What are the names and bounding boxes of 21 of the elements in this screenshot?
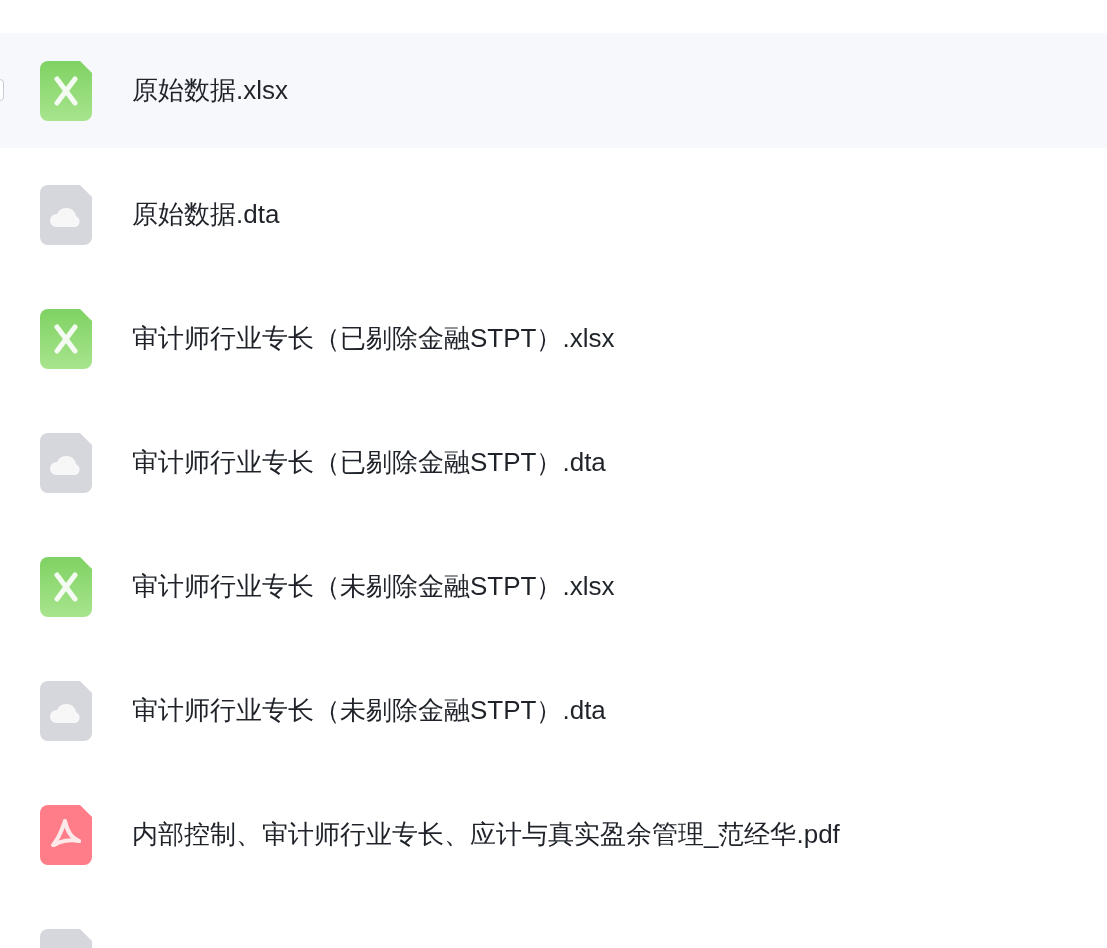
file-name[interactable]: 原始数据.dta [132, 195, 280, 234]
file-row[interactable]: 原始数据.xlsx [0, 33, 1107, 148]
spreadsheet-file-icon [40, 556, 92, 617]
file-row[interactable]: 审计师行业专长（未剔除金融STPT）.dta [0, 653, 1107, 768]
cloud-file-icon [40, 680, 92, 741]
file-row[interactable]: 内部控制、审计师行业专长、应计与真实盈余管理_范经华.pdf [0, 777, 1107, 892]
spreadsheet-file-icon [40, 308, 92, 369]
file-name[interactable]: 原始数据.xlsx [132, 71, 288, 110]
file-name[interactable]: 审计师行业专长（未剔除金融STPT）.dta [132, 691, 606, 730]
pdf-file-icon [40, 804, 92, 865]
file-row[interactable]: 审计师行业专长（已剔除金融STPT）.xlsx [0, 281, 1107, 396]
file-name[interactable]: 审计师行业专长（未剔除金融STPT）.xlsx [132, 567, 615, 606]
file-row[interactable]: 审计师行业专长（已剔除金融STPT）.dta [0, 405, 1107, 520]
file-name[interactable]: 内部控制、审计师行业专长、应计与真实盈余管理_范经华.pdf [132, 815, 840, 854]
file-name[interactable]: 审计师行业专长（已剔除金融STPT）.dta [132, 443, 606, 482]
file-row[interactable]: 审计师行业专长（未剔除金融STPT）.xlsx [0, 529, 1107, 644]
file-name[interactable]: 审计师行业专长（已剔除金融STPT）.xlsx [132, 319, 615, 358]
cloud-file-icon [40, 184, 92, 245]
file-row[interactable]: 原始数据.dta [0, 157, 1107, 272]
spreadsheet-file-icon [40, 60, 92, 121]
cloud-file-icon [40, 432, 92, 493]
